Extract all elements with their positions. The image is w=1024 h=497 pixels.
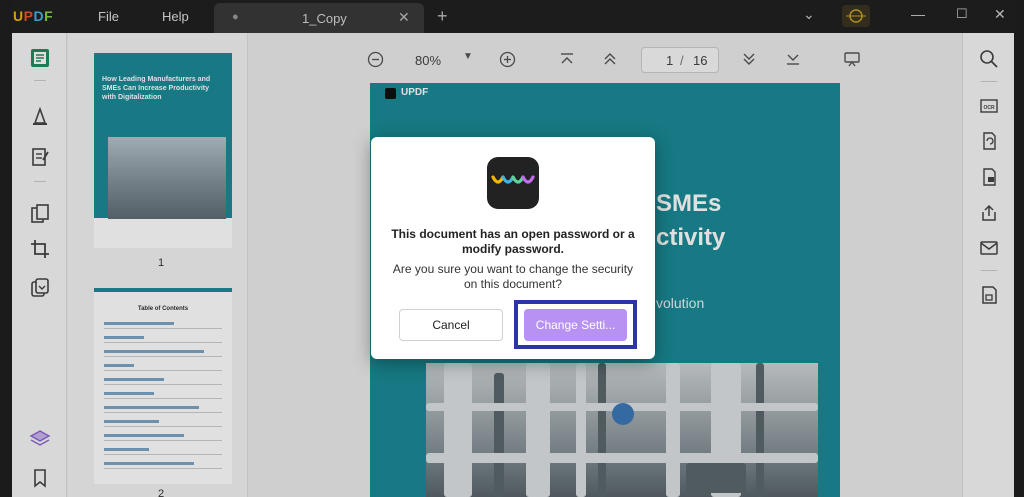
cancel-button[interactable]: Cancel — [399, 309, 503, 341]
dialog-title: This document has an open password or a … — [391, 227, 635, 256]
dialog-message: Are you sure you want to change the secu… — [392, 262, 634, 291]
change-settings-button[interactable]: Change Setti... — [524, 309, 627, 341]
updf-logo-icon — [487, 157, 539, 209]
updf-window: UPDF File Help ● 1_Copy ✕ + ⌄ — ☐ ✕ How … — [0, 0, 1024, 497]
